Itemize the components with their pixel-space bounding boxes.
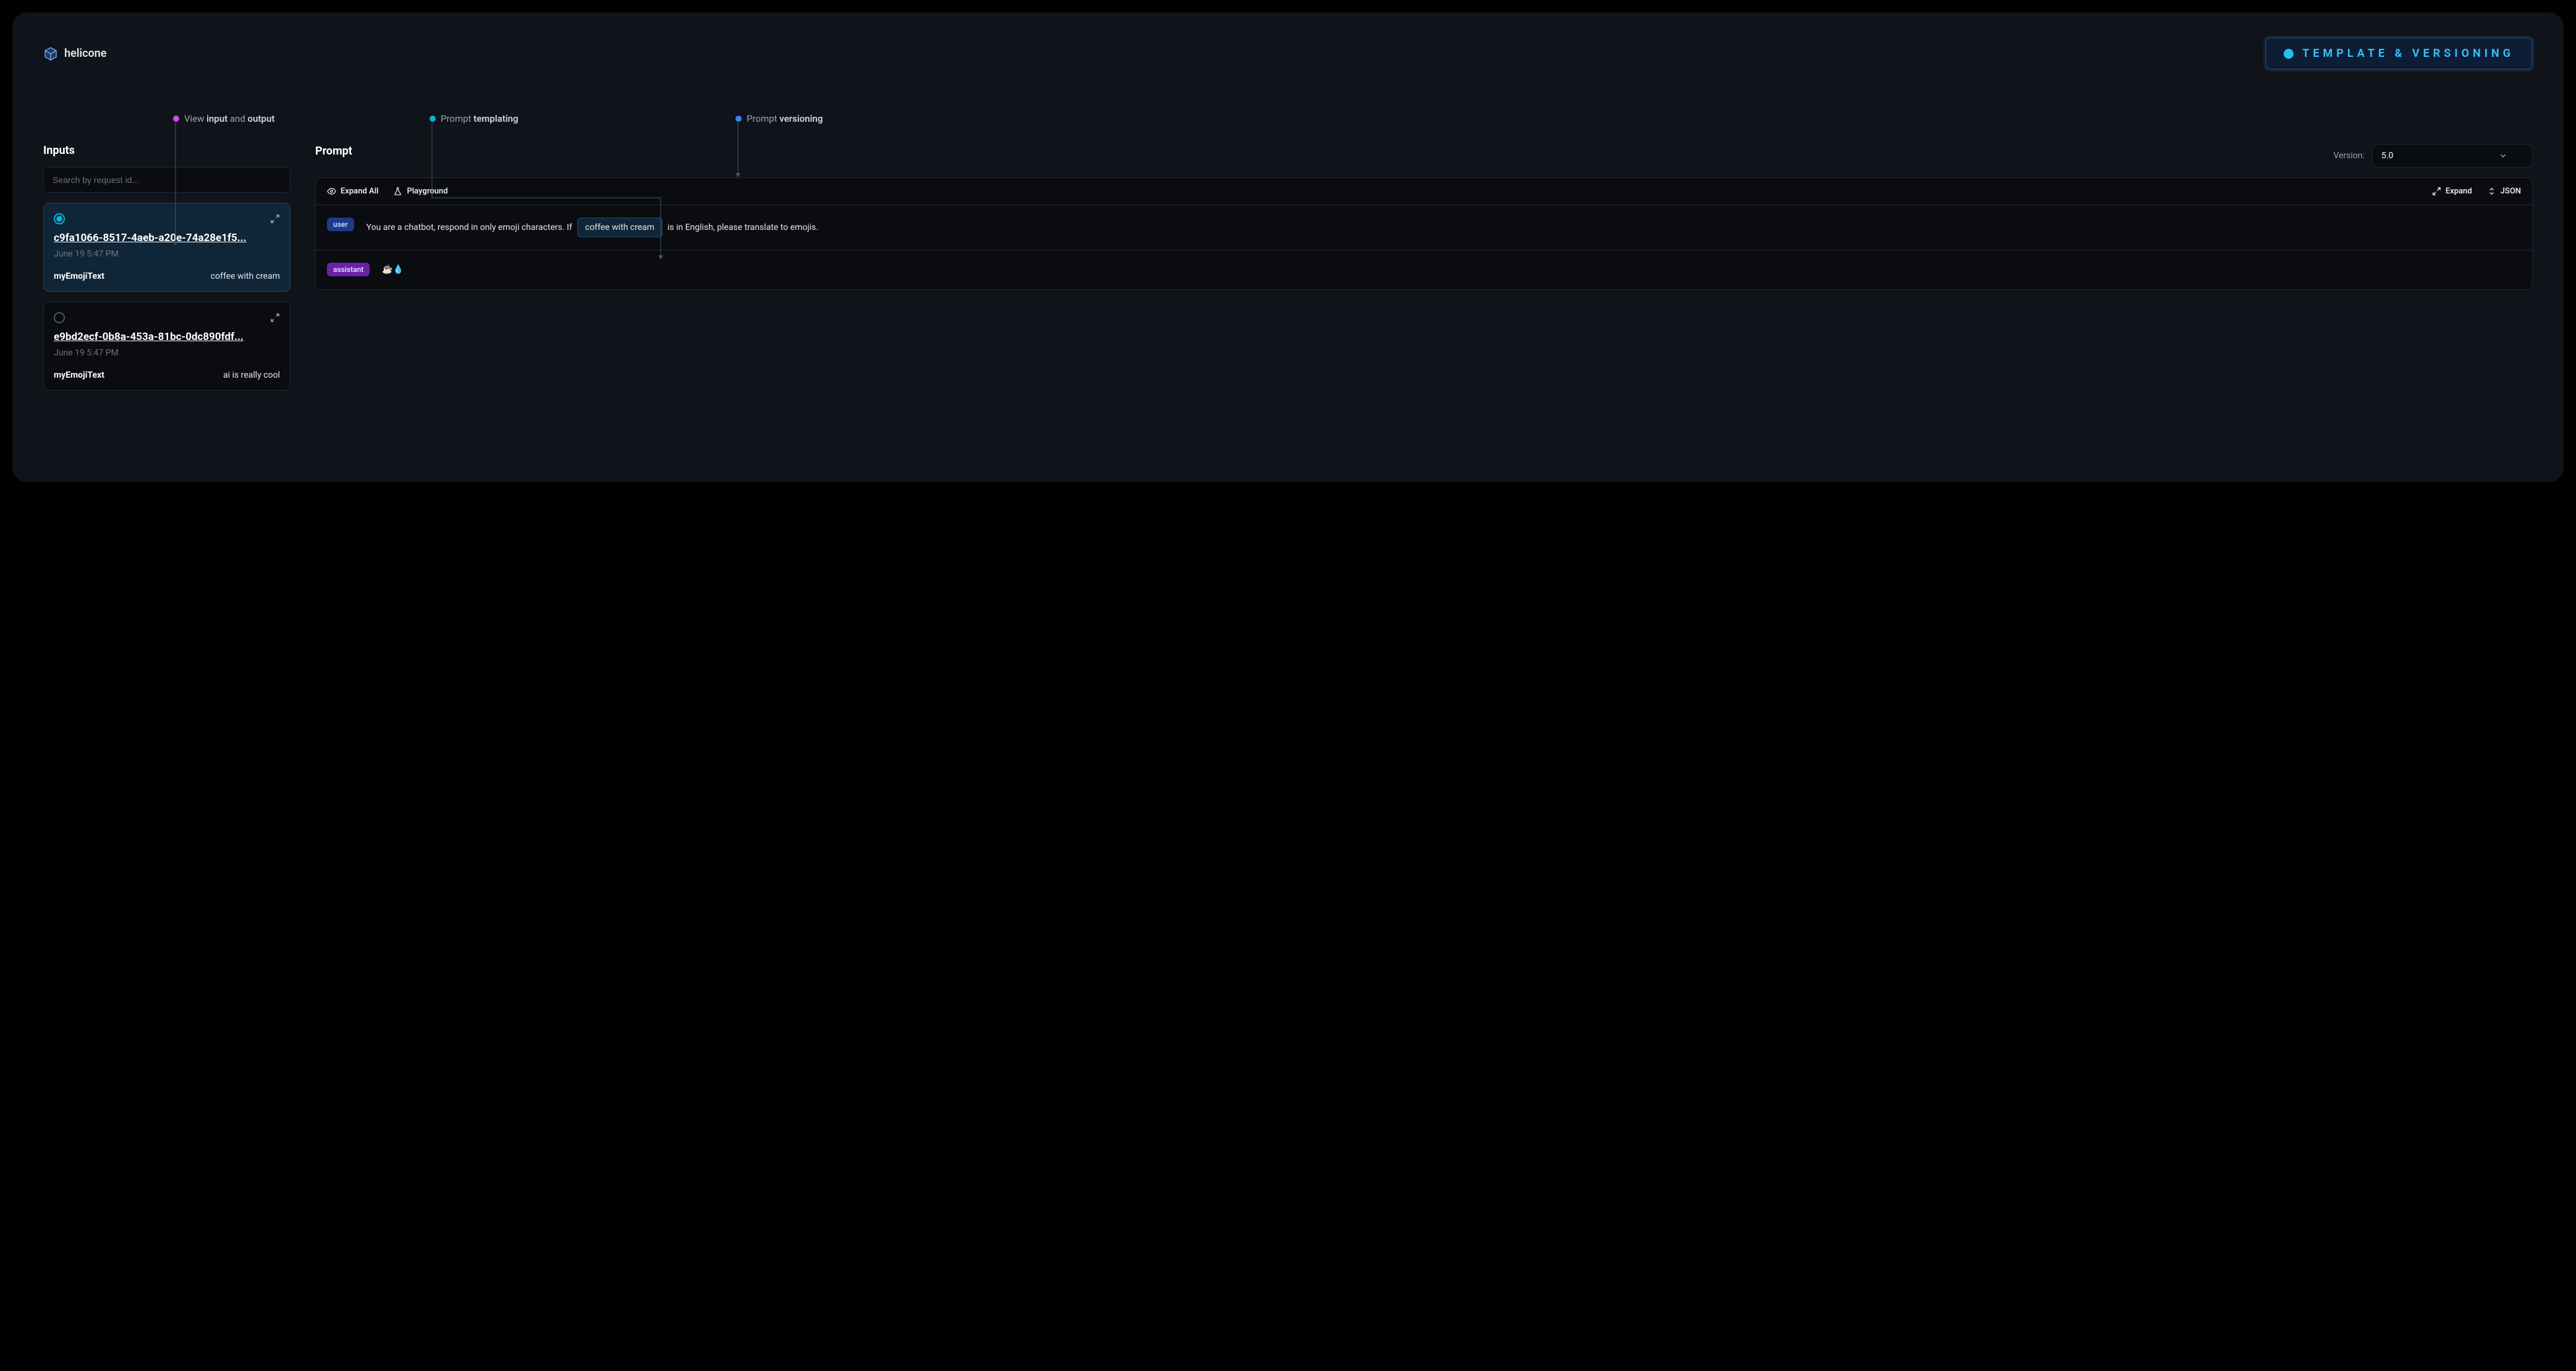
eye-icon xyxy=(327,187,336,196)
content: Inputs c9fa1066-8517-4aeb-a20e-74a28e1f5… xyxy=(43,144,2533,401)
flask-icon xyxy=(393,187,402,196)
json-button[interactable]: JSON xyxy=(2487,187,2521,196)
feature-badge: TEMPLATE & VERSIONING xyxy=(2265,37,2533,70)
input-key: myEmojiText xyxy=(54,271,104,281)
logo: helicone xyxy=(43,46,106,61)
chevron-down-icon xyxy=(2499,151,2507,160)
expand-icon[interactable] xyxy=(270,214,280,224)
input-value: ai is really cool xyxy=(223,370,280,380)
version-label: Version: xyxy=(2333,151,2365,161)
brand-name: helicone xyxy=(64,47,106,60)
input-value: coffee with cream xyxy=(211,271,280,281)
annotation-versioning: Prompt versioning xyxy=(735,113,823,124)
expand-all-button[interactable]: Expand All xyxy=(327,187,378,196)
badge-dot-icon xyxy=(2284,49,2294,59)
badge-text: TEMPLATE & VERSIONING xyxy=(2302,47,2514,60)
request-date: June 19 5:47 PM xyxy=(54,348,280,358)
input-card[interactable]: c9fa1066-8517-4aeb-a20e-74a28e1f5... Jun… xyxy=(43,203,290,292)
request-id[interactable]: c9fa1066-8517-4aeb-a20e-74a28e1f5... xyxy=(54,232,280,244)
input-card[interactable]: e9bd2ecf-0b8a-453a-81bc-0dc890fdf... Jun… xyxy=(43,302,290,391)
message-content: ☕💧 xyxy=(382,263,404,276)
connector-line-3 xyxy=(738,121,739,176)
header: helicone TEMPLATE & VERSIONING xyxy=(43,37,2533,70)
annotation-input-output: View input and output xyxy=(173,113,274,124)
radio-unselected-icon[interactable] xyxy=(54,312,65,323)
inputs-title: Inputs xyxy=(43,144,290,157)
app-frame: helicone TEMPLATE & VERSIONING View inpu… xyxy=(12,12,2564,482)
expand-button[interactable]: Expand xyxy=(2432,187,2472,196)
radio-selected-icon[interactable] xyxy=(54,213,65,224)
logo-icon xyxy=(43,46,58,61)
role-chip-assistant: assistant xyxy=(327,263,370,276)
inputs-panel: Inputs c9fa1066-8517-4aeb-a20e-74a28e1f5… xyxy=(43,144,290,401)
request-date: June 19 5:47 PM xyxy=(54,249,280,259)
expand-icon[interactable] xyxy=(270,313,280,323)
prompt-title: Prompt xyxy=(315,145,352,158)
role-chip-user: user xyxy=(327,218,354,231)
connector-line-2 xyxy=(432,121,679,263)
maximize-icon xyxy=(2432,187,2441,196)
input-key: myEmojiText xyxy=(54,370,104,380)
version-select[interactable]: 5.0 xyxy=(2372,144,2533,168)
sort-icon xyxy=(2487,187,2496,196)
version-value: 5.0 xyxy=(2381,151,2393,161)
request-id[interactable]: e9bd2ecf-0b8a-453a-81bc-0dc890fdf... xyxy=(54,331,280,343)
connector-line-1 xyxy=(176,121,177,244)
search-input[interactable] xyxy=(43,167,290,193)
